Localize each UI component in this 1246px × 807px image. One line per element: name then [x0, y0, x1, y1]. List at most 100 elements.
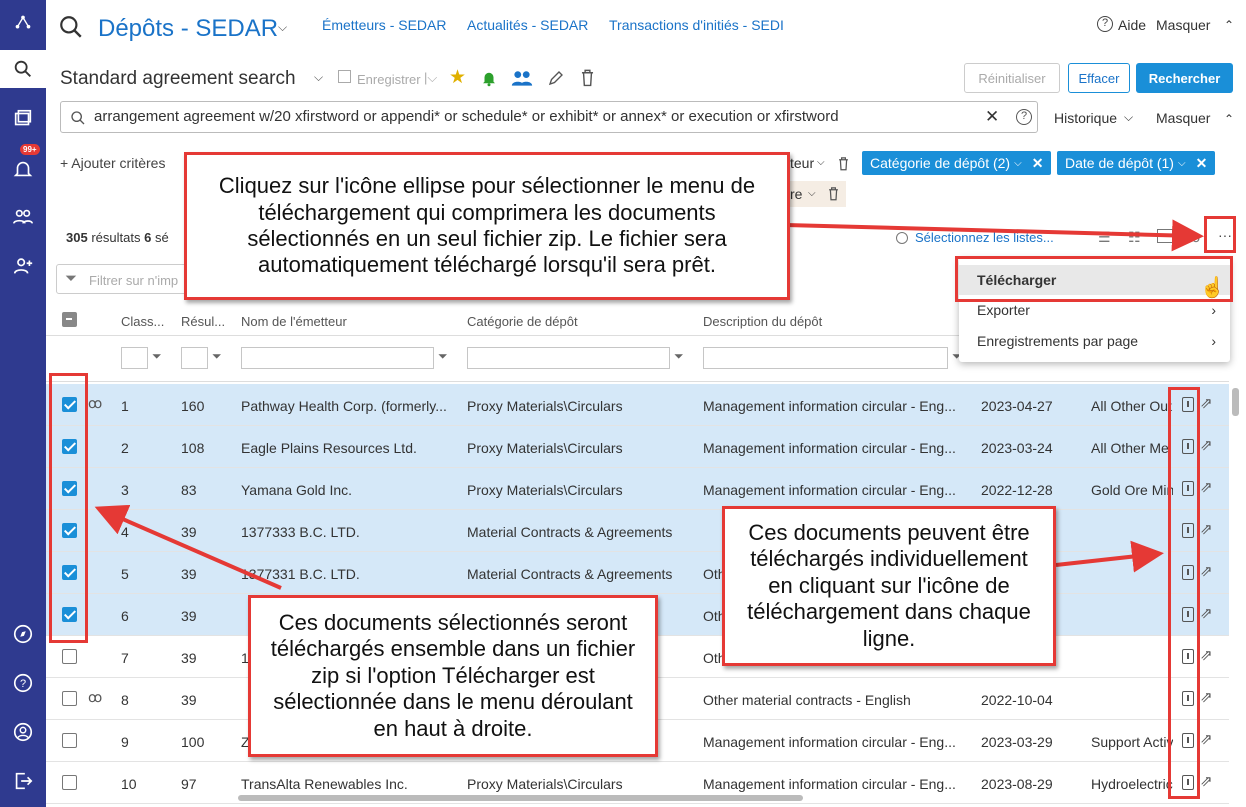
- notifications-nav-icon[interactable]: 99+: [0, 144, 46, 188]
- star-icon[interactable]: ★: [449, 66, 466, 89]
- reading-glasses-icon[interactable]: ꝏ: [1186, 229, 1200, 246]
- reset-button[interactable]: Réinitialiser: [964, 63, 1060, 93]
- search-nav-icon[interactable]: [0, 50, 46, 88]
- nav-link-insider[interactable]: Transactions d'initiés - SEDI: [609, 17, 784, 33]
- chevron-down-icon[interactable]: ⌵: [314, 70, 323, 85]
- col-issuer[interactable]: Nom de l'émetteur: [241, 314, 347, 329]
- row-checkbox[interactable]: [62, 775, 77, 790]
- filter-icon[interactable]: ⏷: [438, 349, 448, 364]
- row-checkbox[interactable]: [62, 649, 77, 664]
- nav-link-issuers[interactable]: Émetteurs - SEDAR: [322, 17, 446, 33]
- open-external-icon[interactable]: ⇗: [1200, 436, 1213, 454]
- app-title[interactable]: Dépôts - SEDAR: [98, 15, 278, 43]
- col-description[interactable]: Description du dépôt: [703, 314, 822, 329]
- close-icon[interactable]: ✕: [1032, 155, 1044, 172]
- query-field[interactable]: arrangement agreement w/20 xfirstword or…: [60, 101, 1038, 133]
- results-filter-input[interactable]: [181, 347, 208, 369]
- help-icon[interactable]: ?: [1097, 16, 1113, 32]
- row-checkbox[interactable]: [62, 691, 77, 706]
- filter-icon: ⏷: [65, 270, 78, 287]
- chevron-down-icon[interactable]: ⌵: [278, 20, 287, 35]
- menu-per-page[interactable]: Enregistrements par page ›: [959, 326, 1230, 356]
- open-external-icon[interactable]: ⇗: [1200, 604, 1213, 622]
- users-nav-icon[interactable]: [0, 198, 46, 236]
- open-external-icon[interactable]: ⇗: [1200, 688, 1213, 706]
- open-external-icon[interactable]: ⇗: [1200, 394, 1213, 412]
- compass-nav-icon[interactable]: [0, 615, 46, 653]
- logo-icon[interactable]: [0, 4, 46, 42]
- issuer-filter-input[interactable]: [241, 347, 434, 369]
- delete-icon[interactable]: [579, 68, 596, 87]
- open-external-icon[interactable]: ⇗: [1200, 646, 1213, 664]
- col-class[interactable]: Class...: [121, 314, 164, 329]
- bell-icon[interactable]: [480, 69, 498, 87]
- reading-glasses-icon[interactable]: ꝏ: [88, 689, 102, 706]
- filter-icon[interactable]: ⏷: [212, 349, 222, 364]
- select-all-checkbox[interactable]: [62, 312, 77, 327]
- row-checkbox[interactable]: [62, 733, 77, 748]
- add-criteria-button[interactable]: + Ajouter critères: [60, 155, 165, 171]
- chevron-up-icon[interactable]: ⌃: [1224, 112, 1234, 126]
- chevron-down-icon[interactable]: ⌵: [817, 157, 825, 168]
- help-link[interactable]: Aide: [1118, 17, 1146, 33]
- lists-radio-icon[interactable]: [896, 232, 908, 244]
- open-external-icon[interactable]: ⇗: [1200, 772, 1213, 790]
- open-external-icon[interactable]: ⇗: [1200, 478, 1213, 496]
- view-grid-icon[interactable]: [1157, 229, 1173, 243]
- criteria-chip-cut1[interactable]: teur: [790, 155, 814, 171]
- category-filter-input[interactable]: [467, 347, 670, 369]
- logout-nav-icon[interactable]: [0, 762, 46, 800]
- hide-query-link[interactable]: Masquer: [1156, 110, 1210, 126]
- open-external-icon[interactable]: ⇗: [1200, 520, 1213, 538]
- view-compact-icon[interactable]: ☷: [1128, 229, 1141, 246]
- add-user-nav-icon[interactable]: [0, 247, 46, 285]
- criteria-chip-date[interactable]: Date de dépôt (1) ⌵ ✕: [1057, 151, 1216, 175]
- chevron-up-icon[interactable]: ⌃: [1224, 18, 1234, 32]
- view-list-icon[interactable]: ☰: [1098, 229, 1111, 246]
- clear-query-icon[interactable]: ✕: [985, 107, 999, 127]
- hand-cursor-icon: ☝: [1200, 277, 1225, 299]
- col-results[interactable]: Résul...: [181, 314, 225, 329]
- chevron-down-icon[interactable]: ⌵: [808, 188, 816, 199]
- nav-link-news[interactable]: Actualités - SEDAR: [467, 17, 588, 33]
- delete-icon[interactable]: [827, 186, 840, 201]
- chevron-down-icon[interactable]: ⌵: [1124, 110, 1133, 125]
- open-external-icon[interactable]: ⇗: [1200, 730, 1213, 748]
- query-help-icon[interactable]: ?: [1016, 109, 1032, 125]
- table-row[interactable]: 2 108 Eagle Plains Resources Ltd. Proxy Mat…: [46, 426, 1229, 468]
- vertical-scrollbar[interactable]: [1232, 388, 1239, 416]
- row-date: 2023-04-27: [981, 398, 1053, 414]
- table-row[interactable]: 3 83 Yamana Gold Inc. Proxy Materials\Circu…: [46, 468, 1229, 510]
- col-category[interactable]: Catégorie de dépôt: [467, 314, 578, 329]
- filter-icon[interactable]: ⏷: [152, 349, 162, 364]
- edit-icon[interactable]: [547, 69, 565, 87]
- class-filter-input[interactable]: [121, 347, 148, 369]
- description-filter-input[interactable]: [703, 347, 948, 369]
- account-nav-icon[interactable]: [0, 713, 46, 751]
- documents-nav-icon[interactable]: [0, 100, 46, 138]
- table-row[interactable]: ꝏ 1 160 Pathway Health Corp. (formerly... Pr…: [46, 384, 1229, 426]
- query-text[interactable]: arrangement agreement w/20 xfirstword or…: [94, 108, 839, 125]
- save-icon[interactable]: [338, 70, 351, 83]
- row-extra: All Other Me: [1091, 440, 1169, 456]
- hide-top-link[interactable]: Masquer: [1156, 17, 1210, 33]
- save-dropdown[interactable]: |⌵: [424, 70, 437, 86]
- row-results: 97: [181, 776, 197, 792]
- reading-glasses-icon[interactable]: ꝏ: [88, 395, 102, 412]
- filter-icon[interactable]: ⏷: [674, 349, 684, 364]
- clear-button[interactable]: Effacer: [1068, 63, 1130, 93]
- row-category: Material Contracts & Agreements: [467, 566, 673, 582]
- criteria-chip-category[interactable]: Catégorie de dépôt (2) ⌵ ✕: [862, 151, 1052, 175]
- save-button[interactable]: Enregistrer: [357, 72, 421, 87]
- delete-icon[interactable]: [837, 156, 850, 171]
- search-button[interactable]: Rechercher: [1136, 63, 1233, 93]
- history-link[interactable]: Historique: [1054, 110, 1117, 126]
- row-results: 108: [181, 440, 205, 456]
- open-external-icon[interactable]: ⇗: [1200, 562, 1213, 580]
- close-icon[interactable]: ✕: [1196, 155, 1208, 172]
- select-lists-link[interactable]: Sélectionnez les listes...: [915, 230, 1054, 245]
- share-users-icon[interactable]: [511, 69, 533, 87]
- horizontal-scrollbar[interactable]: [238, 795, 803, 801]
- help-nav-icon[interactable]: ?: [0, 664, 46, 702]
- criteria-chip-cut2[interactable]: re: [790, 186, 802, 202]
